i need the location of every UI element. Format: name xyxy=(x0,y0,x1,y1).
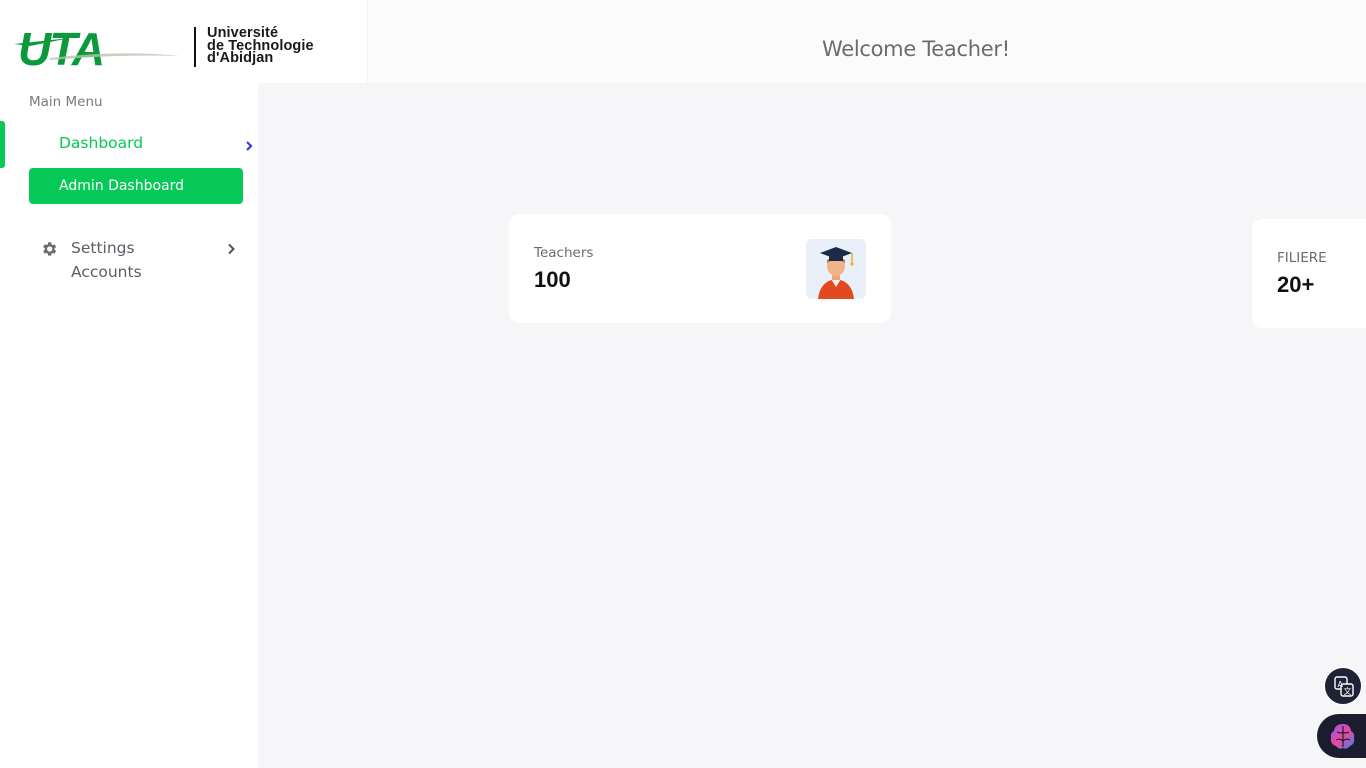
sidebar-item-dashboard[interactable]: Dashboard xyxy=(59,134,143,152)
uta-logo-mark: UTA xyxy=(14,23,180,72)
brain-icon xyxy=(1330,724,1355,749)
stat-card-filiere[interactable]: FILIERE 20+ xyxy=(1252,219,1366,328)
stat-card-label: FILIERE xyxy=(1277,250,1327,266)
svg-text:UTA: UTA xyxy=(18,23,103,72)
graduate-avatar-icon xyxy=(806,239,866,299)
main-content: Teachers 100 FILIERE 20+ xyxy=(258,83,1366,768)
top-header: UTA Université de Technologie d'Abidjan … xyxy=(0,0,1366,83)
main-menu-title: Main Menu xyxy=(29,94,103,110)
logo-line-3: d'Abidjan xyxy=(207,50,274,66)
stat-card-label: Teachers xyxy=(534,245,594,261)
university-logo[interactable]: UTA Université de Technologie d'Abidjan xyxy=(0,0,368,82)
logo-text: Université de Technologie d'Abidjan xyxy=(207,26,314,66)
stat-card-teachers[interactable]: Teachers 100 xyxy=(509,214,891,323)
app: UTA Université de Technologie d'Abidjan … xyxy=(0,0,1366,768)
svg-text:文: 文 xyxy=(1344,686,1352,696)
active-indicator xyxy=(0,121,5,168)
translate-button[interactable]: A 文 xyxy=(1324,667,1362,705)
stat-card-value: 100 xyxy=(534,267,571,292)
sidebar: Main Menu Dashboard Admin Dashboard Sett… xyxy=(0,83,258,768)
sidebar-item-settings[interactable]: Settings xyxy=(71,239,135,257)
translate-icon: A 文 xyxy=(1334,676,1354,697)
chevron-right-icon[interactable] xyxy=(245,141,253,151)
assistant-button[interactable] xyxy=(1317,714,1366,758)
sidebar-item-admin-dashboard[interactable]: Admin Dashboard xyxy=(29,168,243,204)
chevron-right-icon[interactable] xyxy=(227,243,236,255)
stat-card-value: 20+ xyxy=(1277,272,1315,297)
welcome-heading: Welcome Teacher! xyxy=(822,37,1010,61)
gear-icon xyxy=(43,242,57,256)
sidebar-item-accounts[interactable]: Accounts xyxy=(71,263,142,281)
logo-divider xyxy=(194,27,196,67)
